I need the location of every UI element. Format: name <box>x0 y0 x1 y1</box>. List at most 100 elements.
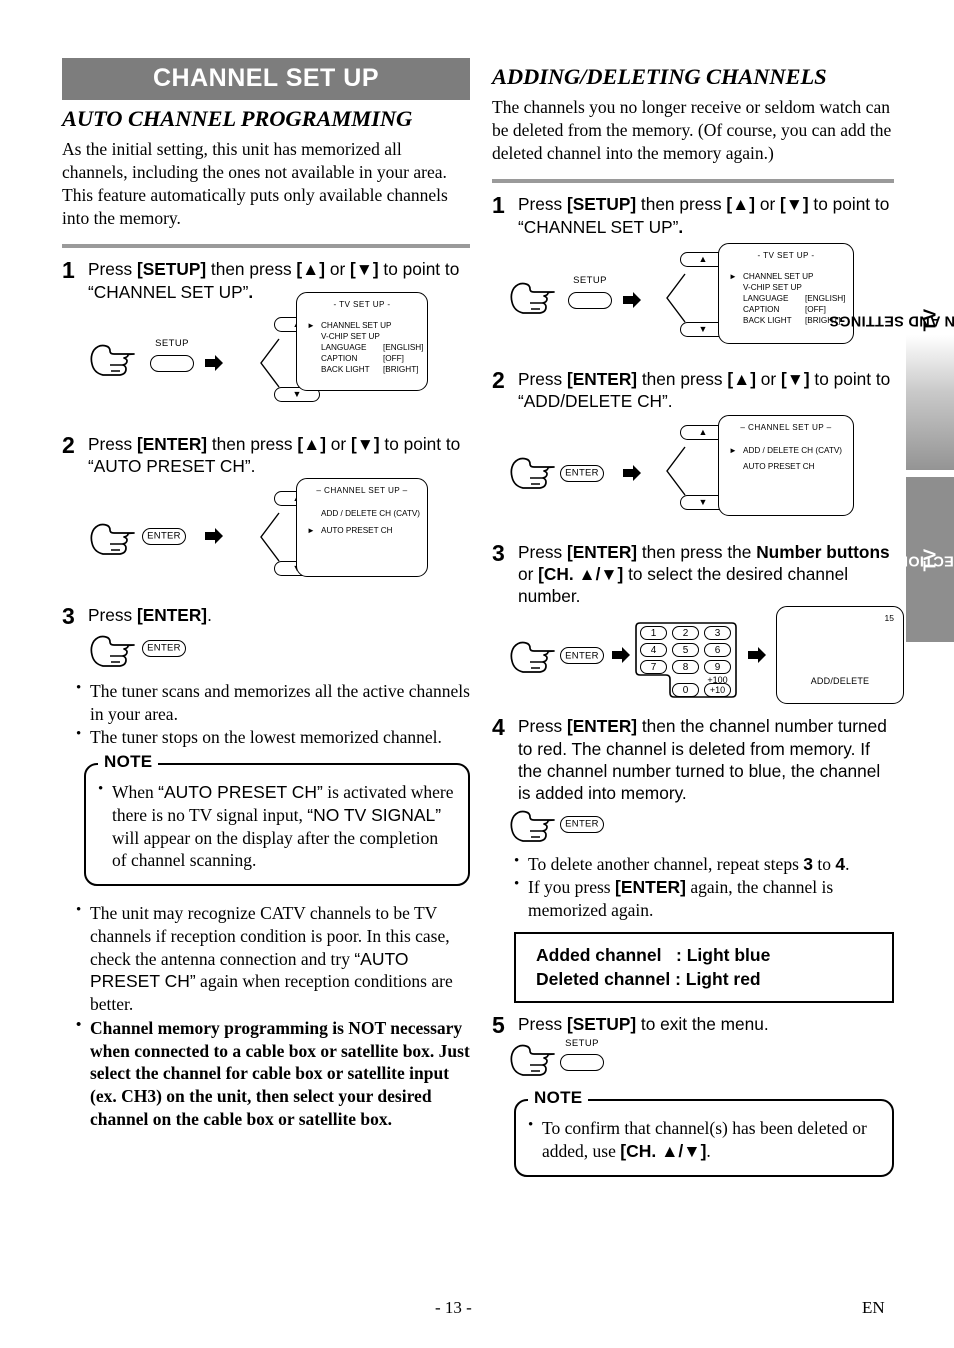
bullet-bold: [ENTER] <box>615 877 686 898</box>
step-text: Press [ENTER] then the channel number tu… <box>514 715 894 804</box>
bullet-item: If you press [ENTER] again, the channel … <box>514 875 894 922</box>
step-number: 4 <box>492 714 505 741</box>
key-7[interactable]: 7 <box>640 660 667 675</box>
flow-arrow-icon <box>205 527 223 544</box>
menu-pointer-icon: ► <box>307 321 315 330</box>
step-number: 3 <box>62 602 75 629</box>
step-text: Press [ENTER] then press [▲] or [▼] to p… <box>514 368 894 413</box>
section-banner: CHANNEL SET UP <box>62 58 470 100</box>
note-bullet: When “AUTO PRESET CH” is activated where… <box>98 780 454 872</box>
note-quoted: “AUTO PRESET CH” <box>158 782 323 803</box>
osd-menu-item: AUTO PRESET CH <box>729 462 853 473</box>
tab-label: OPERATION AND SETTINGS <box>828 312 954 328</box>
setup-button[interactable] <box>568 291 612 309</box>
channel-number-display: 15 <box>884 613 894 624</box>
osd-item-label: CAPTION <box>321 353 358 363</box>
enter-button-label: ENTER <box>565 467 599 479</box>
key-5[interactable]: 5 <box>672 643 699 658</box>
step-text: Press [ENTER] then press [▲] or [▼] to p… <box>84 433 470 478</box>
tv-osd-screen: – CHANNEL SET UP – ADD / DELETE CH (CATV… <box>296 477 428 577</box>
setup-button[interactable] <box>560 1054 604 1072</box>
right-step-4: 4 Press [ENTER] then the channel number … <box>492 715 894 804</box>
step-text-bold: [ENTER] <box>566 368 638 389</box>
step-text-part: or <box>518 563 539 584</box>
key-1[interactable]: 1 <box>640 626 667 641</box>
osd-title: – CHANNEL SET UP – <box>740 422 832 432</box>
key-4[interactable]: 4 <box>640 643 667 658</box>
right-note-box: NOTE To confirm that channel(s) has been… <box>514 1088 894 1177</box>
pointing-hand-icon <box>510 640 556 674</box>
osd-menu-item: CAPTION [OFF] <box>307 354 427 365</box>
key-6[interactable]: 6 <box>704 643 731 658</box>
left-column: CHANNEL SET UP AUTO CHANNEL PROGRAMMING … <box>62 58 470 1132</box>
step-text-bold: Number buttons <box>756 541 890 562</box>
step-number: 2 <box>62 432 75 458</box>
enter-button[interactable]: ENTER <box>142 527 186 545</box>
left-step3-bullets: The tuner scans and memorizes all the ac… <box>76 679 470 749</box>
step-text-part: then press <box>207 434 298 454</box>
step-text-part: Press <box>88 604 137 625</box>
osd-menu-item: ► AUTO PRESET CH <box>307 526 427 537</box>
step-text-part: Press <box>518 716 567 737</box>
tab-tv-section[interactable]: TVSECTION <box>897 477 954 642</box>
pointing-hand-icon <box>510 281 556 315</box>
step-text-part: to exit the menu. <box>636 1013 769 1034</box>
bullet-item: The tuner scans and memorizes all the ac… <box>76 679 470 726</box>
step-text-part: then press <box>636 194 727 215</box>
enter-button[interactable]: ENTER <box>560 464 604 482</box>
enter-button[interactable]: ENTER <box>560 647 604 665</box>
step-number: 5 <box>492 1011 505 1038</box>
osd-item-label: AUTO PRESET CH <box>743 462 815 472</box>
step-text-part: then press <box>637 368 728 389</box>
osd-item-label: AUTO PRESET CH <box>321 525 393 535</box>
step-text-bold: [▼] <box>350 434 380 454</box>
step-text-bold: . <box>248 281 254 302</box>
step-text-part: Press <box>518 1013 567 1034</box>
left-diagram-step3: ENTER <box>62 632 470 672</box>
osd-item-value: [BRIGHT] <box>383 364 419 374</box>
key-plus10[interactable]: +10 <box>704 683 731 698</box>
bullet-bold: 3 <box>803 853 813 874</box>
osd-item-label: V-CHIP SET UP <box>321 331 380 341</box>
setup-button[interactable] <box>150 355 194 372</box>
manual-page: CHANNEL SET UP AUTO CHANNEL PROGRAMMING … <box>0 0 954 1348</box>
step-text-part: Press <box>88 259 137 280</box>
osd-item-label: CHANNEL SET UP <box>321 321 392 330</box>
step-text-bold: [ENTER] <box>136 604 208 625</box>
osd-menu-item: V-CHIP SET UP <box>729 283 853 294</box>
step-text: Press [ENTER] then press the Number butt… <box>514 541 894 608</box>
enter-button[interactable]: ENTER <box>560 815 604 833</box>
setup-button-label: SETUP <box>573 274 607 286</box>
bullet-text-part: to <box>812 853 836 874</box>
enter-button[interactable]: ENTER <box>142 639 186 657</box>
bullet-text-part: . <box>845 853 850 874</box>
step-text-bold: [▼] <box>780 194 809 215</box>
osd-item-label: BACK LIGHT <box>321 364 370 374</box>
key-0[interactable]: 0 <box>672 683 699 698</box>
left-diagram-step1: SETUP ▲ ▼ - TV SET UP - ►CHANNEL SET UP … <box>62 292 470 419</box>
right-intro-paragraph: The channels you no longer receive or se… <box>492 97 892 164</box>
right-step-2: 2 Press [ENTER] then press [▲] or [▼] to… <box>492 368 894 413</box>
right-step-1: 1 Press [SETUP] then press [▲] or [▼] to… <box>492 193 894 238</box>
step-text-part: then press the <box>637 541 757 562</box>
step-text-part: . <box>207 604 212 625</box>
bullet-bold: 4 <box>835 853 846 874</box>
step-text-bold: [▼] <box>350 259 379 280</box>
tv-osd-screen: - TV SET UP - ► CHANNEL SET UP V-CHIP SET… <box>296 292 428 391</box>
step-text: Press [ENTER]. <box>84 604 212 626</box>
enter-button-label: ENTER <box>565 650 599 662</box>
left-intro-paragraph: As the initial setting, this unit has me… <box>62 139 448 229</box>
osd-item-label: BACK LIGHT <box>743 315 792 325</box>
bullet-item: To delete another channel, repeat steps … <box>514 852 894 876</box>
flow-arrow-icon <box>623 464 641 481</box>
step-text-bold: [ENTER] <box>566 541 638 562</box>
step-text-bold: [ENTER] <box>566 716 638 737</box>
key-8[interactable]: 8 <box>672 660 699 675</box>
key-2[interactable]: 2 <box>672 626 699 641</box>
step-text-bold: . <box>678 216 684 237</box>
step-text-bold: [ENTER] <box>136 434 208 454</box>
tab-tv-operation-and-settings[interactable]: TVOPERATION AND SETTINGS <box>828 170 954 470</box>
key-3[interactable]: 3 <box>704 626 731 641</box>
note-bold: [CH. ▲/▼] <box>620 1140 707 1161</box>
key-9[interactable]: 9 <box>704 660 731 675</box>
